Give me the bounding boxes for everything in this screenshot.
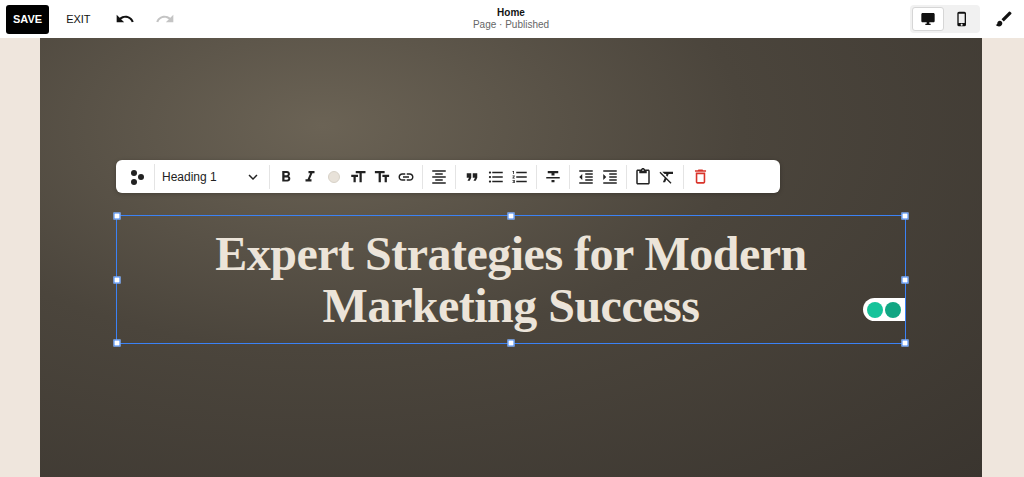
exit-button[interactable]: EXIT — [58, 7, 98, 31]
toolbar-group — [626, 165, 683, 189]
strikethrough-icon — [544, 168, 562, 186]
block-menu-button[interactable] — [127, 165, 149, 189]
resize-handle[interactable] — [902, 340, 909, 347]
paste-text-icon — [634, 168, 652, 186]
top-bar: SAVE EXIT HomePage · Published — [0, 0, 1024, 38]
paste-text-button[interactable] — [632, 165, 654, 189]
undo-icon — [115, 9, 135, 29]
resize-handle[interactable] — [902, 213, 909, 220]
page-title: Home — [497, 7, 525, 19]
clear-format-button[interactable] — [656, 165, 678, 189]
toolbar-group — [683, 165, 716, 189]
font-size-icon — [349, 168, 367, 186]
mobile-icon — [954, 11, 970, 27]
desktop-icon — [920, 11, 936, 27]
chevron-down-icon — [244, 168, 262, 186]
link-icon — [397, 168, 415, 186]
align-center-icon — [430, 168, 448, 186]
resize-handle[interactable] — [114, 276, 121, 283]
numbered-list-button[interactable] — [509, 165, 531, 189]
bullet-list-button[interactable] — [485, 165, 507, 189]
undo-button[interactable] — [111, 5, 139, 33]
page-info: HomePage · Published — [473, 7, 549, 31]
text-style-icon — [373, 168, 391, 186]
top-bar-right — [549, 5, 1016, 33]
text-toolbar: Heading 1 — [116, 160, 780, 193]
trash-icon — [691, 167, 710, 186]
design-button[interactable] — [992, 7, 1016, 31]
top-bar-left: SAVE EXIT — [6, 5, 473, 34]
numbered-list-icon — [511, 168, 529, 186]
device-toggle — [910, 5, 980, 33]
resize-handle[interactable] — [902, 276, 909, 283]
font-size-button[interactable] — [347, 165, 369, 189]
outdent-button[interactable] — [575, 165, 597, 189]
save-button[interactable]: SAVE — [6, 5, 49, 34]
resize-handle[interactable] — [508, 340, 515, 347]
clear-format-icon — [658, 168, 676, 186]
page-status: Page · Published — [473, 19, 549, 31]
delete-button[interactable] — [689, 165, 711, 189]
italic-button[interactable] — [299, 165, 321, 189]
redo-icon — [155, 9, 175, 29]
quote-button[interactable] — [461, 165, 483, 189]
align-center-button[interactable] — [428, 165, 450, 189]
heading-block[interactable]: Expert Strategies for Modern Marketing S… — [116, 215, 906, 344]
suggestion-dot — [867, 302, 883, 318]
toolbar-group — [122, 165, 154, 189]
dots-icon — [129, 168, 147, 186]
resize-handle[interactable] — [114, 340, 121, 347]
indent-icon — [601, 168, 619, 186]
indent-button[interactable] — [599, 165, 621, 189]
bullet-list-icon — [487, 168, 505, 186]
toolbar-group — [269, 165, 422, 189]
toolbar-group: Heading 1 — [154, 164, 269, 190]
assistant-badge[interactable] — [863, 298, 905, 321]
resize-handle[interactable] — [508, 213, 515, 220]
mobile-button[interactable] — [946, 7, 978, 31]
toolbar-group — [455, 165, 536, 189]
bold-icon — [277, 168, 295, 186]
resize-handle[interactable] — [114, 213, 121, 220]
hero-image: Heading 1 Expert Strategies for Modern Ma… — [40, 38, 982, 477]
text-style-button[interactable] — [371, 165, 393, 189]
style-label: Heading 1 — [162, 170, 217, 184]
editor-page: SAVE EXIT HomePage · Published Heading 1 Exp… — [0, 0, 1024, 477]
strikethrough-button[interactable] — [542, 165, 564, 189]
redo-button[interactable] — [151, 5, 179, 33]
toolbar-group — [569, 165, 626, 189]
toolbar-group — [536, 165, 569, 189]
bold-button[interactable] — [275, 165, 297, 189]
paintbrush-icon — [994, 9, 1014, 29]
heading-text[interactable]: Expert Strategies for Modern Marketing S… — [157, 228, 865, 332]
color-button[interactable] — [323, 165, 345, 189]
outdent-icon — [577, 168, 595, 186]
quote-icon — [463, 168, 481, 186]
assistant-dot — [885, 302, 901, 318]
italic-icon — [301, 168, 319, 186]
toolbar-group — [422, 165, 455, 189]
canvas: Heading 1 Expert Strategies for Modern Ma… — [0, 38, 1024, 477]
style-dropdown[interactable]: Heading 1 — [160, 164, 264, 190]
link-button[interactable] — [395, 165, 417, 189]
color-swatch — [328, 171, 340, 183]
desktop-button[interactable] — [912, 7, 944, 31]
